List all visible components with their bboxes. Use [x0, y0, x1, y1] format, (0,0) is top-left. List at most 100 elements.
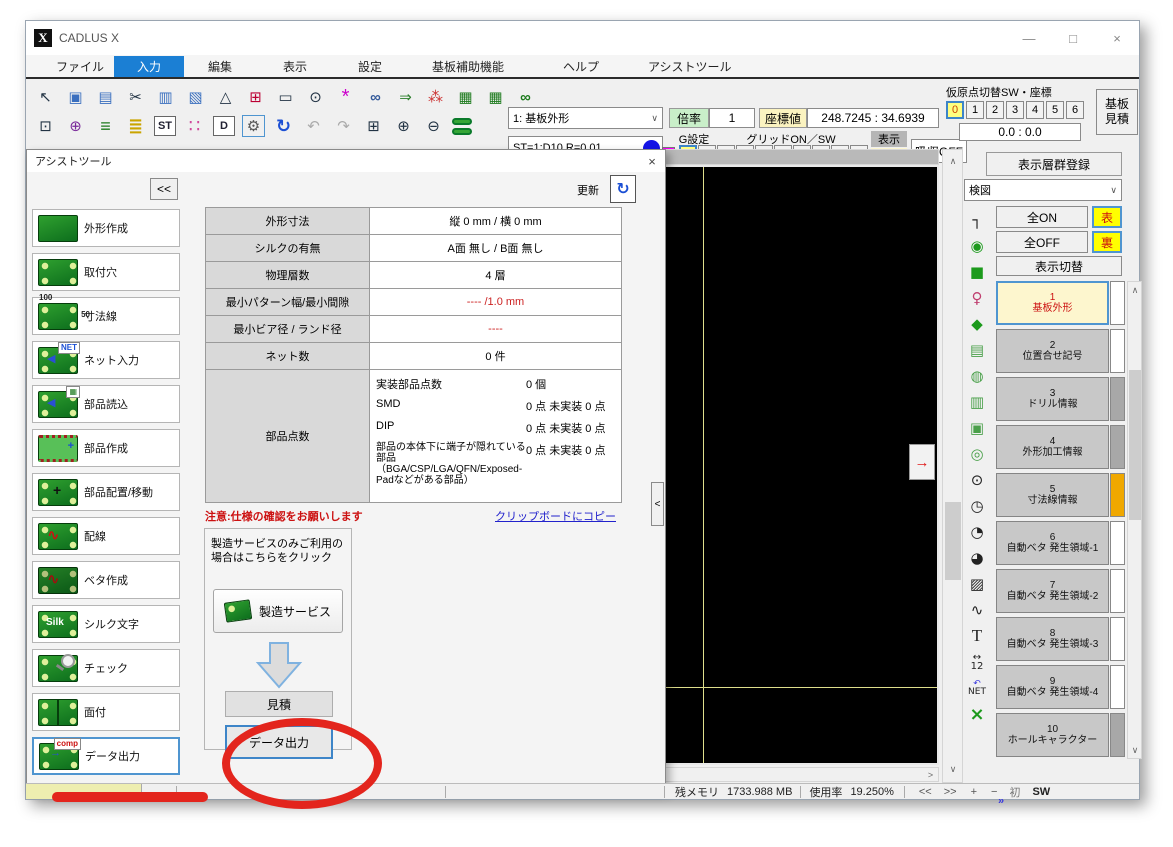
- rect-diagonal-icon[interactable]: ▨: [964, 571, 990, 597]
- layer-10-color-cell[interactable]: [1110, 713, 1125, 757]
- layer-group-combo[interactable]: 検図 ∨: [964, 179, 1122, 201]
- all-off-button[interactable]: 全OFF: [996, 231, 1088, 253]
- layer-group-header[interactable]: 表示層群登録: [986, 152, 1122, 176]
- redo-icon[interactable]: ↷: [332, 115, 355, 137]
- chip-search-icon[interactable]: ∞: [514, 86, 537, 108]
- menu-view[interactable]: 表示: [273, 56, 317, 77]
- hscroll-right-arrow[interactable]: >: [923, 768, 938, 781]
- menu-help[interactable]: ヘルプ: [553, 56, 609, 77]
- layer-scroll-up-arrow[interactable]: ∧: [1129, 283, 1141, 297]
- layer-list-scrollbar[interactable]: ∧ ∨: [1127, 281, 1142, 759]
- filled-square-icon[interactable]: ■: [964, 259, 990, 285]
- manufacturing-service-button[interactable]: 製造サービス: [213, 589, 343, 633]
- donut-pad-icon[interactable]: ◉: [964, 233, 990, 259]
- layer-2-color-cell[interactable]: [1110, 329, 1125, 373]
- sidebar-data-output[interactable]: comp → データ出力: [32, 737, 180, 775]
- layer-item-5[interactable]: 5 寸法線情報: [996, 473, 1109, 517]
- text-tool-icon[interactable]: T: [964, 623, 990, 649]
- close-button[interactable]: ×: [1095, 23, 1139, 53]
- arc-quarter-icon[interactable]: ◔: [964, 519, 990, 545]
- spline-icon[interactable]: ∿: [964, 597, 990, 623]
- back-side-tag[interactable]: 裏: [1092, 231, 1122, 253]
- doc-circle-icon[interactable]: ◎: [964, 441, 990, 467]
- layers-alt-icon[interactable]: ≣: [124, 115, 147, 137]
- sidebar-panelize[interactable]: 面付: [32, 693, 180, 731]
- sidebar-mounting-hole[interactable]: 取付穴: [32, 253, 180, 291]
- layer-combo[interactable]: 1: 基板外形 ∨: [508, 107, 663, 129]
- burst-icon[interactable]: *: [334, 86, 357, 108]
- zoom-value[interactable]: 1: [709, 108, 755, 128]
- doc-square-icon[interactable]: ▣: [964, 415, 990, 441]
- quote-button[interactable]: 見積: [225, 691, 333, 717]
- menu-input[interactable]: 入力: [114, 56, 184, 77]
- d-tool-button[interactable]: D: [213, 116, 235, 136]
- all-on-button[interactable]: 全ON: [996, 206, 1088, 228]
- origin-button-6[interactable]: 6: [1066, 101, 1084, 119]
- pads-icon[interactable]: [452, 117, 472, 135]
- select-plus-icon[interactable]: ⊡: [34, 115, 57, 137]
- origin-icon[interactable]: ⊕: [64, 115, 87, 137]
- refresh-icon[interactable]: ↻: [272, 115, 295, 137]
- board-quote-button[interactable]: 基板 見積: [1096, 89, 1138, 135]
- sidebar-routing[interactable]: ∿ 配線: [32, 517, 180, 555]
- layer-4-color-cell[interactable]: [1110, 425, 1125, 469]
- cut-icon[interactable]: ✂: [124, 86, 147, 108]
- panel-expand-arrow-button[interactable]: →: [909, 444, 935, 480]
- layer-scroll-down-arrow[interactable]: ∨: [1129, 743, 1141, 757]
- vscroll-up-arrow[interactable]: ∧: [945, 152, 961, 170]
- copy-icon[interactable]: ▣: [64, 86, 87, 108]
- chip-icon[interactable]: ▦: [454, 86, 477, 108]
- update-refresh-button[interactable]: ↻: [610, 175, 636, 203]
- grid-windows-icon[interactable]: ⊞: [244, 86, 267, 108]
- layer-item-3[interactable]: 3 ドリル情報: [996, 377, 1109, 421]
- box-plus-icon[interactable]: ⊞: [362, 115, 385, 137]
- canvas-hscrollbar[interactable]: >: [659, 767, 939, 782]
- layers-icon[interactable]: ≡: [94, 115, 117, 137]
- layer-8-color-cell[interactable]: [1110, 617, 1125, 661]
- layer-5-color-cell[interactable]: [1110, 473, 1125, 517]
- nav-sw[interactable]: SW: [1032, 786, 1050, 798]
- menu-file[interactable]: ファイル: [46, 56, 114, 77]
- hatched-rect-icon[interactable]: ▥: [964, 389, 990, 415]
- origin-button-3[interactable]: 3: [1006, 101, 1024, 119]
- st-tool-button[interactable]: ST: [154, 116, 176, 136]
- display-toggle-button[interactable]: 表示切替: [996, 256, 1122, 276]
- menu-edit[interactable]: 編集: [198, 56, 242, 77]
- menu-assist-tools[interactable]: アシストツール: [638, 56, 742, 77]
- sidebar-copper-pour[interactable]: ∿ ベタ作成: [32, 561, 180, 599]
- vscroll-down-arrow[interactable]: ∨: [945, 760, 961, 778]
- nav-next-fast[interactable]: >>: [944, 786, 957, 798]
- minimize-button[interactable]: —: [1007, 23, 1051, 53]
- corner-line-icon[interactable]: ┐: [964, 207, 990, 233]
- origin-button-4[interactable]: 4: [1026, 101, 1044, 119]
- wrench-settings-icon[interactable]: ⚙: [242, 115, 265, 137]
- cross-pads-icon[interactable]: ×: [964, 701, 990, 727]
- nav-prev-fast[interactable]: <<: [919, 786, 932, 798]
- cursor-icon[interactable]: ↖: [34, 86, 57, 108]
- microscope-icon[interactable]: ⊙: [304, 86, 327, 108]
- pcb-canvas[interactable]: [660, 165, 939, 765]
- sidebar-dimension-line[interactable]: 100 50 寸法線: [32, 293, 180, 335]
- arc-major-icon[interactable]: ◕: [964, 545, 990, 571]
- circle-angle-icon[interactable]: ◷: [964, 493, 990, 519]
- layer-1-color-cell[interactable]: [1110, 281, 1125, 325]
- layer-item-6[interactable]: 6 自動ベタ 発生領域-1: [996, 521, 1109, 565]
- menu-settings[interactable]: 設定: [348, 56, 392, 77]
- sidebar-part-create[interactable]: + 部品作成: [32, 429, 180, 467]
- sidebar-check[interactable]: チェック: [32, 649, 180, 687]
- layer-item-7[interactable]: 7 自動ベタ 発生領域-2: [996, 569, 1109, 613]
- paste-special-icon[interactable]: ▥: [154, 86, 177, 108]
- net-links-icon[interactable]: ⁂: [424, 86, 447, 108]
- layer-scroll-thumb[interactable]: [1129, 370, 1141, 520]
- dimension-tool-icon[interactable]: ↔ 12: [964, 649, 990, 675]
- collapse-button[interactable]: <<: [150, 178, 178, 200]
- layer-item-10[interactable]: 10 ホールキャラクター: [996, 713, 1109, 757]
- dialog-side-collapse-tab[interactable]: <: [651, 482, 664, 526]
- chip-large-icon[interactable]: ▦: [484, 86, 507, 108]
- layer-3-color-cell[interactable]: [1110, 377, 1125, 421]
- nav-plus[interactable]: +: [971, 786, 977, 798]
- color-dots-icon[interactable]: ∷: [183, 115, 206, 137]
- hatched-doc-icon[interactable]: ▤: [964, 337, 990, 363]
- circle-center-icon[interactable]: ⊙: [964, 467, 990, 493]
- paste-icon[interactable]: ▤: [94, 86, 117, 108]
